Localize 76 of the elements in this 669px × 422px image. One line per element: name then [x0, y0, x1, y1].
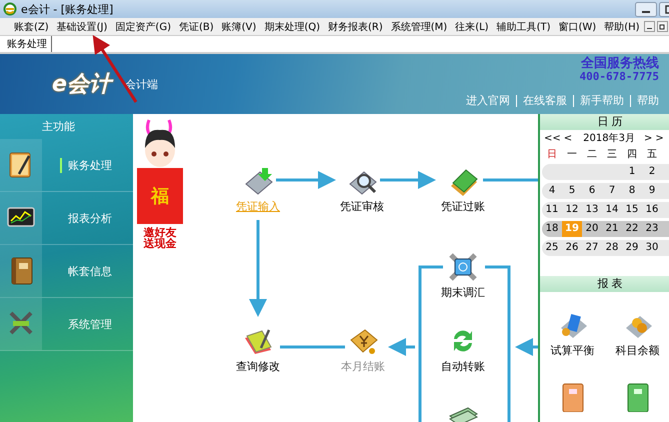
screen-icon[interactable] [448, 252, 478, 282]
calendar-day[interactable]: 28 [602, 240, 622, 256]
calendar-day[interactable]: 11 [542, 202, 562, 218]
calendar-title: 日 历 [540, 114, 669, 130]
sidebar-item[interactable]: 报表分析 [60, 210, 112, 226]
calendar-day[interactable]: 9 [642, 183, 662, 199]
flow-step-link[interactable]: 查询修改 [236, 359, 280, 374]
menu-item[interactable]: 往来(L) [451, 20, 493, 34]
sidebar-item[interactable]: 帐套信息 [60, 264, 112, 278]
prev-month-button[interactable]: < [564, 132, 572, 144]
app-logo-icon [3, 2, 17, 16]
window-title: e会计 - [账务处理] [21, 2, 114, 16]
menu-item[interactable]: 辅助工具(T) [492, 20, 554, 34]
report-link[interactable]: 科目余额 [616, 343, 660, 358]
next-year-button[interactable]: > [655, 132, 664, 144]
envelope-text: 福 [151, 185, 169, 208]
menu-item[interactable]: 账套(Z) [10, 20, 53, 34]
report-link[interactable]: 试算平衡 [550, 343, 594, 358]
menu-item[interactable]: 窗口(W) [554, 20, 600, 34]
weekday-label: 四 [626, 148, 638, 160]
restore-icon[interactable] [656, 21, 668, 32]
calendar-day[interactable]: 18 [542, 221, 562, 237]
calendar-day[interactable]: 25 [542, 240, 562, 256]
book-icon[interactable] [624, 382, 650, 412]
book-download-icon[interactable] [243, 166, 273, 196]
flow-step-link[interactable]: 自动转账 [441, 359, 485, 374]
weekday-label: 三 [606, 148, 618, 160]
logo-text: e会计 [52, 69, 111, 99]
minimize-icon[interactable] [635, 2, 657, 16]
calendar-day[interactable]: 14 [602, 202, 622, 218]
flow-step-link[interactable]: 凭证审核 [340, 199, 384, 214]
calendar-day[interactable]: 20 [582, 221, 602, 237]
calendar-day[interactable]: 1 [622, 164, 642, 180]
sidebar-item[interactable]: 账务处理 [60, 158, 112, 172]
hotline-label: 全国服务热线 [581, 57, 659, 71]
sidebar-title: 主功能 [41, 119, 76, 135]
calendar-day[interactable]: 7 [602, 183, 622, 199]
flow-step-link[interactable]: 期末调汇 [441, 285, 485, 300]
promo-caption[interactable]: 邀好友送现金 [142, 227, 178, 249]
minimize-icon[interactable] [644, 21, 655, 32]
menu-item[interactable]: 系统管理(M) [386, 20, 452, 34]
calendar-day[interactable]: 5 [562, 183, 582, 199]
calendar-day[interactable]: 27 [582, 240, 602, 256]
book-icon[interactable] [560, 382, 586, 412]
menu-item[interactable]: 账簿(V) [218, 20, 260, 34]
calendar-day[interactable]: 16 [642, 202, 662, 218]
calendar-month: 2018年3月 [583, 132, 635, 145]
calendar-day[interactable]: 8 [622, 183, 642, 199]
calendar-day[interactable]: 13 [582, 202, 602, 218]
menu-item[interactable]: 凭证(B) [174, 20, 218, 34]
calendar-day[interactable]: 4 [542, 183, 562, 199]
menu-item[interactable]: 财务报表(R) [324, 20, 387, 34]
calendar-day[interactable]: 2 [642, 164, 662, 180]
menu-item[interactable]: 基础设置(J) [52, 20, 112, 34]
calendar-day[interactable]: 6 [582, 183, 602, 199]
money-stack-icon[interactable] [448, 406, 478, 422]
calendar-day[interactable]: 30 [642, 240, 662, 256]
weekday-label: 二 [586, 148, 598, 160]
weekday-label: 五 [646, 148, 658, 160]
reports-title: 报 表 [540, 276, 669, 292]
calendar-day[interactable]: 22 [622, 221, 642, 237]
next-month-button[interactable]: > [644, 132, 652, 144]
menu-item[interactable]: 帮助(H) [600, 20, 644, 34]
prev-year-button[interactable]: << [544, 132, 561, 144]
calendar-day[interactable]: 12 [562, 202, 582, 218]
flow-step-link[interactable]: 凭证过账 [441, 199, 485, 214]
calendar-day[interactable]: 15 [622, 202, 642, 218]
weekday-label: 日 [546, 148, 558, 160]
calendar-day[interactable]: 26 [562, 240, 582, 256]
calendar-day[interactable]: 23 [642, 221, 662, 237]
calendar-day[interactable]: 29 [622, 240, 642, 256]
calendar-day[interactable]: 21 [602, 221, 622, 237]
weekday-label: 一 [566, 148, 578, 160]
hotline-number: 400-678-7775 [580, 71, 659, 83]
menu-item[interactable]: 固定资产(G) [111, 20, 175, 34]
menu-item[interactable]: 期末处理(Q) [260, 20, 324, 34]
